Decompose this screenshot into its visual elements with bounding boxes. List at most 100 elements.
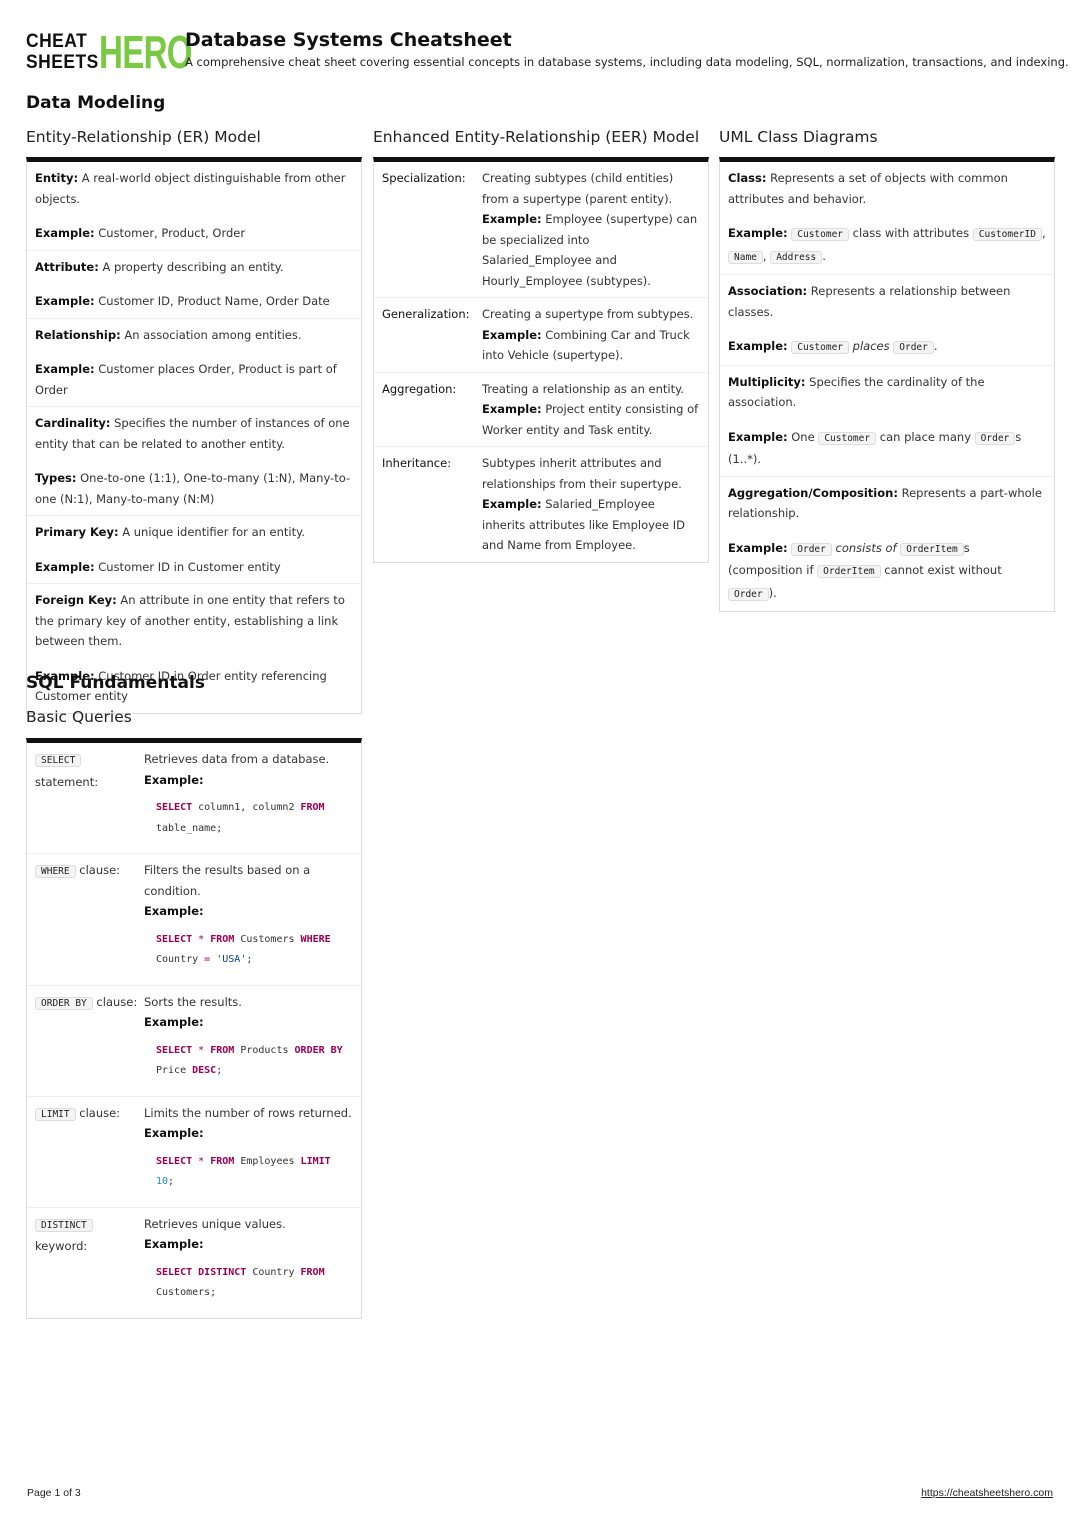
definition: Primary Key: A unique identifier for an … <box>35 522 353 543</box>
example-label: Example: <box>144 1237 204 1251</box>
sql-text: ; <box>246 954 253 965</box>
page-title: Database Systems Cheatsheet <box>185 29 512 51</box>
sql-text: Country <box>246 1266 301 1278</box>
example-label: Example: <box>144 772 204 787</box>
description: Retrieves unique values. <box>144 1216 286 1231</box>
example-label: Example: <box>35 559 95 574</box>
description: Creating a supertype from subtypes. <box>482 307 694 321</box>
inline-code: WHERE <box>35 865 76 878</box>
query-detail: Retrieves data from a database. Example: S… <box>144 749 353 839</box>
page-subtitle: A comprehensive cheat sheet covering ess… <box>185 55 1069 69</box>
description: Creating subtypes (child entities) from … <box>482 171 674 206</box>
example: Example: Customer, Product, Order <box>35 223 353 244</box>
code-block: SELECT * FROM Employees LIMIT 10; <box>156 1152 353 1193</box>
card-title-uml: UML Class Diagrams <box>719 128 878 146</box>
inline-code: OrderItem <box>900 542 964 556</box>
inline-code: OrderItem <box>817 565 881 578</box>
er-row: Entity: A real-world object distinguisha… <box>27 162 361 251</box>
inline-code: Customer <box>791 341 850 354</box>
sql-kw: FROM <box>210 933 235 945</box>
er-row: Primary Key: A unique identifier for an … <box>27 516 361 584</box>
sql-kw: SELECT <box>156 1266 193 1278</box>
section-title-sql-fundamentals: SQL Fundamentals <box>26 673 205 693</box>
inline-code: LIMIT <box>35 1107 76 1121</box>
term: Generalization: <box>382 307 470 321</box>
sql-kw: SELECT <box>156 933 193 945</box>
term: Attribute: <box>35 259 99 274</box>
example-text: One-to-one (1:1), One-to-many (1:N), Man… <box>35 471 351 506</box>
description: Retrieves data from a database. <box>144 752 330 766</box>
description: A unique identifier for an entity. <box>122 525 305 539</box>
example-text: Customer ID in Customer entity <box>98 559 281 574</box>
description: A property describing an entity. <box>102 259 284 274</box>
example-label: Example: <box>482 212 542 226</box>
sql-kw: SELECT <box>156 802 193 813</box>
er-row: Attribute: A property describing an enti… <box>27 251 361 319</box>
inline-code: ORDER BY <box>35 996 93 1010</box>
description: Limits the number of rows returned. <box>144 1105 352 1120</box>
keyword-type: statement: <box>35 774 99 789</box>
uml-row-class: Class: Represents a set of objects with … <box>720 162 1054 275</box>
term: Aggregation: <box>382 381 457 396</box>
code-block: SELECT DISTINCT Country FROM Customers; <box>156 1263 353 1304</box>
eer-model-card: Specialization: Creating subtypes (child … <box>373 157 709 563</box>
sql-kw: FROM <box>300 802 325 813</box>
query-keyword: WHERE clause: <box>35 860 144 971</box>
inline-code: Address <box>770 250 823 264</box>
description: Subtypes inherit attributes and relation… <box>482 456 682 491</box>
sql-kw: WHERE <box>300 933 331 945</box>
query-detail: Retrieves unique values. Example: SELECT D… <box>144 1214 353 1304</box>
definition: Entity: A real-world object distinguisha… <box>35 168 353 209</box>
query-detail: Limits the number of rows returned. Examp… <box>144 1103 353 1193</box>
keyword-type: clause: <box>79 1105 121 1120</box>
card-title-basic-queries: Basic Queries <box>26 708 132 726</box>
example-label: Example: <box>35 294 95 308</box>
sql-text: Customers <box>234 933 301 945</box>
definition: Creating subtypes (child entities) from … <box>482 168 700 291</box>
eer-row: Specialization: Creating subtypes (child … <box>374 162 708 298</box>
example-label: Example: <box>35 362 95 376</box>
sql-kw: FROM <box>210 1044 235 1056</box>
definition: Treating a relationship as an entity. Exa… <box>482 379 700 441</box>
query-row: WHERE clause: Filters the results based o… <box>27 854 361 986</box>
example-label: Types: <box>35 471 77 485</box>
query-row: LIMIT clause: Limits the number of rows r… <box>27 1097 361 1208</box>
description: Treating a relationship as an entity. <box>482 381 684 396</box>
query-row: DISTINCT keyword: Retrieves unique values… <box>27 1208 361 1318</box>
uml-row-aggregation: Aggregation/Composition: Represents a pa… <box>728 485 1042 601</box>
er-row: Foreign Key: An attribute in one entity … <box>27 584 361 713</box>
inline-code: Customer <box>818 431 877 445</box>
er-row: Cardinality: Specifies the number of ins… <box>27 407 361 516</box>
example-label: Example: <box>144 904 204 918</box>
example-label: Example: <box>35 226 95 240</box>
example-label: Example: <box>482 402 542 416</box>
query-keyword: DISTINCT keyword: <box>35 1214 144 1304</box>
example-label: Example: <box>482 497 542 511</box>
eer-row: Generalization: Creating a supertype from… <box>374 298 708 373</box>
example: Example: Customer places Order, Product … <box>35 359 353 400</box>
keyword-type: keyword: <box>35 1239 88 1253</box>
page-header: CHEAT SHEETS HERO Database Systems Cheat… <box>26 29 1069 75</box>
query-detail: Filters the results based on a condition… <box>144 860 353 971</box>
inline-code: Customer <box>791 228 850 241</box>
example: Example: Customer ID, Product Name, Orde… <box>35 291 353 312</box>
code-block: SELECT column1, column2 FROM table_name; <box>156 798 353 839</box>
keyword-type: clause: <box>79 863 121 877</box>
definition: Creating a supertype from subtypes. Examp… <box>482 304 700 366</box>
sql-text: ; <box>216 1065 223 1076</box>
uml-row-multiplicity: Multiplicity: Specifies the cardinality … <box>720 366 1054 477</box>
sql-num: 10 <box>156 1176 169 1187</box>
logo-sheets: SHEETS <box>26 52 99 73</box>
sql-kw: FROM <box>300 1266 325 1278</box>
site-link[interactable]: https://cheatsheetshero.com <box>921 1487 1053 1499</box>
definition: Relationship: An association among entit… <box>35 325 353 346</box>
sql-kw: ORDER BY <box>294 1044 343 1056</box>
keyword-type: clause: <box>96 994 138 1009</box>
query-keyword: LIMIT clause: <box>35 1103 144 1193</box>
description: Sorts the results. <box>144 994 242 1009</box>
sql-str: 'USA' <box>216 954 247 965</box>
eer-row: Aggregation: Treating a relationship as a… <box>374 373 708 447</box>
definition: Subtypes inherit attributes and relation… <box>482 453 700 556</box>
code-block: SELECT * FROM Customers WHERE Country = … <box>156 930 353 971</box>
